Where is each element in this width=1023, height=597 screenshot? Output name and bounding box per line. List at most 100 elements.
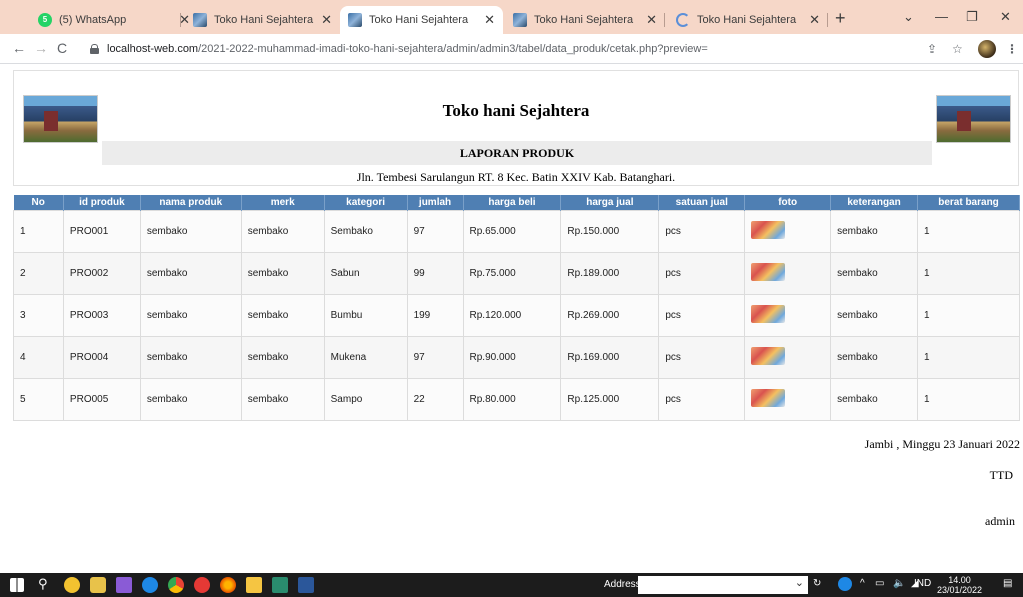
close-icon[interactable]: ✕ [646, 12, 657, 28]
cell-keterangan: sembako [830, 335, 919, 379]
cell-merk: sembako [240, 251, 325, 295]
close-icon[interactable]: ✕ [484, 12, 495, 28]
cell-foto [744, 209, 832, 253]
cell-satuan-jual: pcs [658, 293, 746, 337]
cell-merk: sembako [240, 293, 325, 337]
cell-harga-beli: Rp.90.000 [462, 335, 562, 379]
store-address: Jln. Tembesi Sarulangun RT. 8 Kec. Batin… [356, 170, 676, 184]
cell-keterangan: sembako [830, 293, 919, 337]
cell-nama-produk: sembako [139, 251, 242, 295]
cell-nama-produk: sembako [139, 377, 242, 421]
maximize-icon[interactable]: ❐ [966, 9, 978, 25]
browser-menu-icon[interactable]: ⋮ [1006, 42, 1018, 56]
product-photo [751, 220, 786, 239]
cell-kategori: Sabun [323, 251, 408, 295]
cell-nama-produk: sembako [139, 335, 242, 379]
reload-icon[interactable]: C [57, 40, 67, 56]
visual-studio-icon[interactable] [116, 577, 132, 593]
address-toolbar-label: Address [604, 579, 641, 590]
new-tab-button[interactable]: + [835, 8, 846, 29]
cell-harga-beli: Rp.80.000 [462, 377, 562, 421]
cell-harga-jual: Rp.169.000 [560, 335, 660, 379]
tab-title: (5) WhatsApp [59, 14, 127, 26]
url-path: /2021-2022-muhammad-imadi-toko-hani-seja… [198, 43, 708, 55]
system-clock[interactable]: 14.00 23/01/2022 [937, 575, 982, 595]
report-title: LAPORAN PRODUK [102, 141, 932, 165]
column-header: jumlah [407, 195, 464, 210]
table-row: 3 PRO003 sembako sembako Bumbu 199 Rp.12… [13, 293, 1020, 337]
help-icon[interactable] [838, 577, 852, 591]
cell-foto [744, 293, 832, 337]
store-favicon-icon [193, 13, 207, 27]
url-host: localhost-web.com [107, 43, 199, 55]
windows-start-icon[interactable] [10, 578, 24, 592]
app-lightning-icon[interactable] [64, 577, 80, 593]
table-row: 1 PRO001 sembako sembako Sembako 97 Rp.6… [13, 209, 1020, 253]
signer-name: admin [985, 514, 1015, 528]
cell-keterangan: sembako [830, 251, 919, 295]
profile-avatar[interactable] [978, 40, 996, 58]
column-header: merk [241, 195, 325, 210]
column-header: keterangan [830, 195, 919, 210]
chevron-up-icon[interactable]: ^ [860, 578, 865, 589]
cell-harga-jual: Rp.125.000 [560, 377, 660, 421]
cell-nama-produk: sembako [139, 293, 242, 337]
clock-date: 23/01/2022 [937, 585, 983, 595]
chrome-icon[interactable] [168, 577, 184, 593]
cell-merk: sembako [240, 377, 325, 421]
cell-harga-jual: Rp.189.000 [560, 251, 660, 295]
address-toolbar-input[interactable] [638, 576, 808, 594]
cell-harga-beli: Rp.65.000 [462, 209, 562, 253]
forward-icon[interactable]: → [34, 40, 48, 56]
store-name: Toko hani Sejahtera [442, 101, 590, 120]
clock-time: 14.00 [948, 575, 971, 585]
product-photo [751, 262, 786, 281]
cell-no: 2 [13, 251, 64, 295]
cell-no: 4 [13, 335, 64, 379]
signature-label: TTD [989, 468, 1013, 482]
report-page: Toko hani Sejahtera LAPORAN PRODUK Jln. … [0, 64, 1023, 573]
firefox-icon[interactable] [220, 577, 236, 593]
share-icon[interactable]: ⇪ [927, 42, 937, 56]
column-header: berat barang [917, 195, 1020, 210]
bookmark-star-icon[interactable]: ☆ [952, 42, 963, 56]
tab-toko-4[interactable]: Toko Hani Sejahtera ✕ [668, 6, 828, 34]
battery-icon[interactable]: ▭ [875, 578, 884, 589]
language-indicator[interactable]: IND [914, 578, 931, 589]
tab-toko-active[interactable]: Toko Hani Sejahtera ✕ [340, 6, 503, 34]
tab-toko-1[interactable]: Toko Hani Sejahtera ✕ [185, 6, 340, 34]
address-bar[interactable]: localhost-web.com/2021-2022-muhammad-ima… [90, 38, 970, 60]
close-icon[interactable]: ✕ [321, 12, 332, 28]
word-icon[interactable] [298, 577, 314, 593]
search-icon[interactable]: ⚲ [38, 576, 54, 592]
app-green-icon[interactable] [272, 577, 288, 593]
cell-kategori: Sampo [323, 377, 408, 421]
column-header: id produk [63, 195, 141, 210]
close-icon[interactable]: ✕ [809, 12, 820, 28]
tab-search-icon[interactable]: ⌄ [903, 9, 914, 25]
cell-harga-jual: Rp.150.000 [560, 209, 660, 253]
window-close-icon[interactable]: ✕ [1000, 9, 1011, 25]
cell-kategori: Bumbu [323, 293, 408, 337]
refresh-icon[interactable]: ↻ [813, 578, 821, 589]
cell-satuan-jual: pcs [658, 377, 746, 421]
cell-foto [744, 335, 832, 379]
report-header: Toko hani Sejahtera LAPORAN PRODUK Jln. … [13, 70, 1019, 186]
edge-icon[interactable] [142, 577, 158, 593]
whatsapp-icon [38, 13, 52, 27]
back-icon[interactable]: ← [12, 40, 26, 56]
cell-keterangan: sembako [830, 377, 919, 421]
table-header-row: No id produk nama produk merk kategori j… [13, 195, 1020, 210]
cell-id-produk: PRO001 [62, 209, 141, 253]
volume-icon[interactable]: 🔈 [893, 578, 905, 589]
cell-satuan-jual: pcs [658, 251, 746, 295]
cell-id-produk: PRO004 [62, 335, 141, 379]
opera-icon[interactable] [194, 577, 210, 593]
app-browser-icon[interactable] [90, 577, 106, 593]
tab-toko-3[interactable]: Toko Hani Sejahtera ✕ [505, 6, 665, 34]
tab-whatsapp[interactable]: (5) WhatsApp ✕ [30, 6, 198, 34]
column-header: kategori [324, 195, 408, 210]
file-explorer-icon[interactable] [246, 577, 262, 593]
notification-icon[interactable]: ▤ [1003, 578, 1012, 589]
minimize-icon[interactable]: — [935, 9, 948, 24]
